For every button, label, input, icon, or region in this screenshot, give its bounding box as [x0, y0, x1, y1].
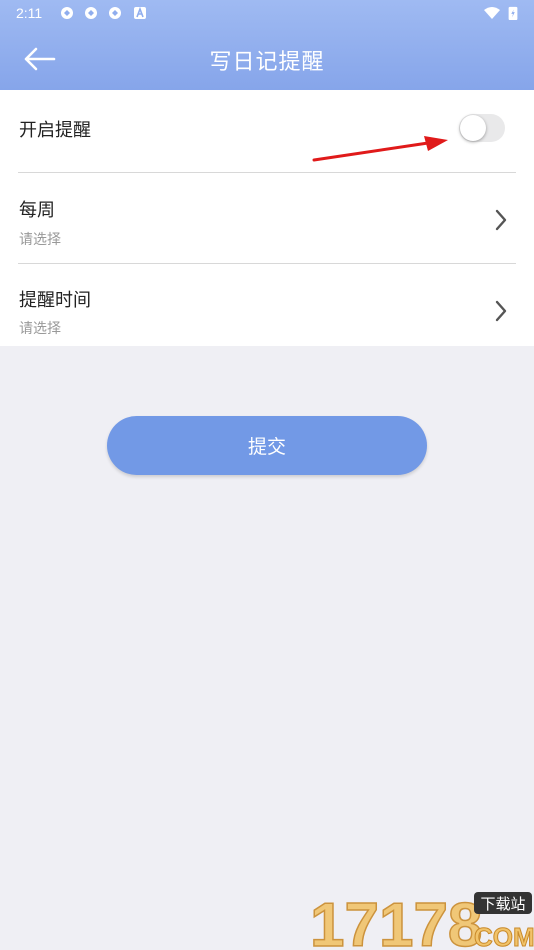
chevron-right-icon — [495, 300, 507, 322]
enable-reminder-label: 开启提醒 — [19, 120, 91, 141]
settings-row-weekly[interactable]: 每周 请选择 — [0, 173, 534, 264]
status-time: 2:11 — [16, 5, 43, 21]
status-bar: 2:11 — [0, 0, 534, 26]
sync-icon — [85, 7, 97, 19]
app-header: 2:11 写日记提醒 — [0, 0, 534, 90]
svg-text:COM: COM — [474, 922, 534, 950]
weekly-label: 每周 — [19, 200, 55, 221]
chevron-right-icon — [495, 209, 507, 231]
settings-row-reminder-time[interactable]: 提醒时间 请选择 — [0, 264, 534, 346]
annotation-arrow — [312, 136, 448, 162]
sync-icon — [61, 7, 73, 19]
page-title: 写日记提醒 — [209, 50, 325, 75]
svg-text:17178: 17178 — [310, 891, 482, 950]
weekly-value: 请选择 — [19, 232, 61, 248]
enable-reminder-toggle[interactable] — [459, 114, 505, 142]
app-a-icon — [134, 6, 146, 19]
site-watermark-logo: 17178 下载站 COM — [309, 890, 534, 950]
svg-text:下载站: 下载站 — [480, 895, 525, 913]
toggle-knob — [460, 115, 486, 141]
wifi-icon — [484, 7, 500, 19]
settings-list: 开启提醒 每周 请选择 提醒时间 请选择 — [0, 90, 534, 346]
submit-button[interactable]: 提交 — [107, 416, 427, 475]
sync-icon — [109, 7, 121, 19]
battery-charging-icon — [508, 6, 518, 20]
reminder-time-value: 请选择 — [19, 321, 61, 337]
reminder-time-label: 提醒时间 — [19, 290, 91, 311]
